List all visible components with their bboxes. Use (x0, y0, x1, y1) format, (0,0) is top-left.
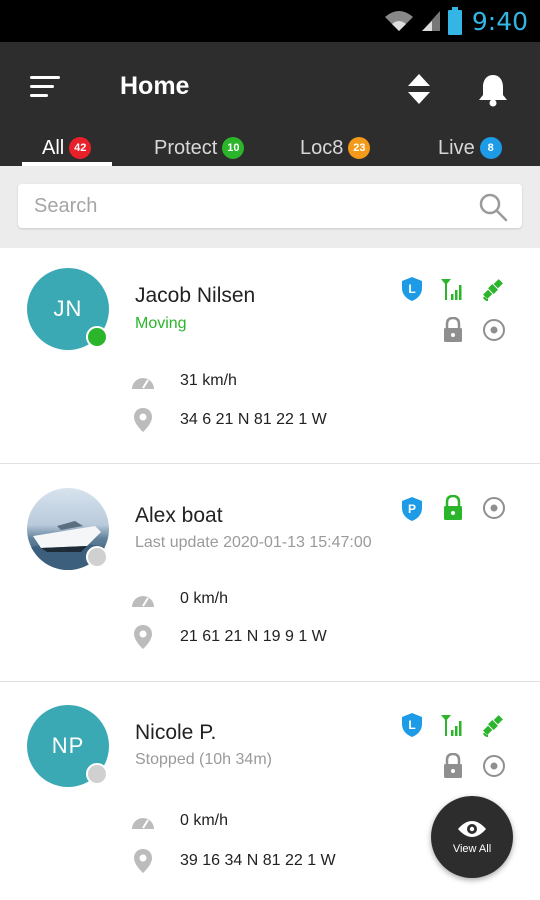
coordinates-value: 21 61 21 N 19 9 1 W (180, 628, 327, 645)
svg-text:L: L (408, 282, 415, 296)
coordinates-value: 39 16 34 N 81 22 1 W (180, 852, 336, 869)
offline-status-dot (86, 763, 108, 785)
location-row: 21 61 21 N 19 9 1 W (130, 624, 327, 650)
location-pin-icon (130, 624, 156, 650)
tab-label: All (42, 136, 65, 159)
svg-text:P: P (408, 502, 416, 516)
target-icon[interactable] (482, 317, 506, 343)
speed-row: 0 km/h (130, 586, 228, 612)
shield-l-icon: L (402, 277, 422, 301)
page-title: Home (120, 72, 190, 100)
lock-icon[interactable] (441, 317, 465, 343)
menu-button[interactable] (30, 74, 62, 100)
device-name: Nicole P. (135, 721, 217, 744)
search-input[interactable] (34, 184, 464, 228)
offline-status-dot (86, 546, 108, 568)
eye-icon (458, 821, 486, 837)
view-all-button[interactable]: View All (431, 796, 513, 878)
tab-loc8[interactable]: Loc8 23 (300, 130, 371, 166)
count-badge: 8 (479, 137, 502, 159)
location-pin-icon (130, 848, 156, 874)
lock-green-icon[interactable] (441, 495, 465, 521)
sort-icon[interactable] (404, 72, 434, 106)
coordinates-value: 34 6 21 N 81 22 1 W (180, 411, 327, 428)
tab-label: Protect (154, 136, 218, 159)
satellite-icon (483, 279, 503, 301)
device-name: Jacob Nilsen (135, 284, 256, 307)
app-bar: Home All 42 Protect 10 Loc8 23 Live 8 (0, 42, 540, 166)
device-name: Alex boat (135, 504, 223, 527)
location-pin-icon (130, 407, 156, 433)
online-status-dot (86, 326, 108, 348)
tab-all[interactable]: All 42 (42, 130, 92, 166)
view-all-label: View All (452, 843, 492, 855)
speed-row: 0 km/h (130, 808, 228, 834)
satellite-icon (483, 715, 503, 737)
svg-text:L: L (408, 718, 415, 732)
wifi-icon (384, 11, 413, 31)
lock-icon[interactable] (441, 753, 465, 779)
filter-tabs: All 42 Protect 10 Loc8 23 Live 8 (0, 130, 540, 166)
location-row: 39 16 34 N 81 22 1 W (130, 848, 336, 874)
tab-live[interactable]: Live 8 (438, 130, 502, 166)
speedometer-icon (130, 586, 156, 612)
shield-p-icon: P (402, 497, 422, 521)
speed-row: 31 km/h (130, 368, 237, 394)
device-status: Last update 2020-01-13 15:47:00 (135, 534, 372, 551)
speed-value: 0 km/h (180, 812, 229, 829)
cell-signal-icon (421, 11, 440, 31)
search-icon[interactable] (478, 192, 508, 222)
count-badge: 23 (348, 137, 371, 159)
speed-value: 0 km/h (180, 590, 229, 607)
notification-bell-icon[interactable] (476, 72, 510, 108)
clock: 9:40 (471, 6, 528, 36)
speed-value: 31 km/h (180, 372, 237, 389)
signal-icon (441, 279, 462, 300)
tab-label: Loc8 (300, 136, 344, 159)
device-card[interactable]: JN Jacob Nilsen Moving L 31 km/h 34 6 21… (0, 248, 540, 464)
device-status: Stopped (10h 34m) (135, 751, 272, 768)
device-card[interactable]: Alex boat Last update 2020-01-13 15:47:0… (0, 464, 540, 682)
tab-protect[interactable]: Protect 10 (154, 130, 245, 166)
speedometer-icon (130, 808, 156, 834)
search-box (18, 184, 522, 228)
count-badge: 42 (69, 137, 92, 159)
battery-icon (447, 7, 462, 35)
speedometer-icon (130, 368, 156, 394)
location-row: 34 6 21 N 81 22 1 W (130, 407, 327, 433)
target-icon[interactable] (482, 753, 506, 779)
count-badge: 10 (222, 137, 245, 159)
status-bar: 9:40 (0, 0, 540, 42)
signal-icon (441, 715, 462, 736)
search-bar-area (0, 166, 540, 248)
target-icon[interactable] (482, 495, 506, 521)
device-status: Moving (135, 315, 187, 332)
shield-l-icon: L (402, 713, 422, 737)
tab-label: Live (438, 136, 475, 159)
